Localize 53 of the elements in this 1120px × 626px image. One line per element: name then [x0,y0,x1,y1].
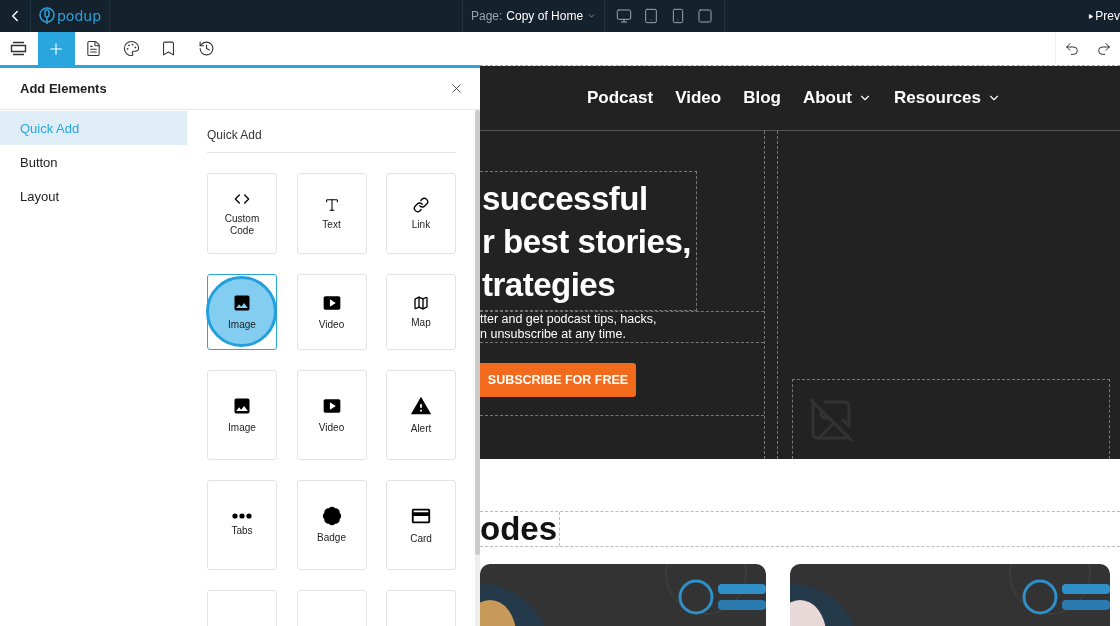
link-icon [413,196,429,213]
nav-link[interactable]: About [802,88,872,108]
close-button[interactable] [449,81,464,96]
text-icon [323,196,340,213]
element-tile[interactable]: Text [296,173,367,254]
hero-headline: trategies [482,264,617,305]
image-icon [232,396,252,416]
element-tile[interactable]: Alert [386,370,456,460]
category-item[interactable]: Button [0,145,187,179]
play-icon [321,396,342,416]
element-tile[interactable]: Image [207,274,277,350]
nav-link[interactable]: Podcast [587,88,654,108]
layers-icon [10,41,28,56]
element-tile[interactable]: Video [296,370,367,460]
element-tile[interactable]: Tabs [207,480,277,570]
element-tile[interactable]: Map [386,274,456,350]
category-item[interactable]: Layout [0,179,187,213]
nav-link[interactable]: Video [675,88,722,108]
section-title: Quick Add [207,128,456,153]
logo: podup [56,8,102,24]
microphone-icon [38,7,55,25]
element-tile[interactable]: Badge [296,480,367,570]
play-icon [1088,11,1094,21]
tablet-icon [643,8,660,24]
map-icon [413,295,429,311]
warning-icon [410,395,432,417]
element-tile[interactable]: Card [386,480,456,570]
hero-subtext: n unsubscribe at any time. [480,327,627,342]
hero-headline: r best stories, [482,221,692,262]
play-icon [321,293,342,313]
monitor-icon [616,8,633,24]
preview-button[interactable]: Prev [1088,0,1120,32]
nav-link[interactable]: Blog [743,88,781,108]
page-icon [85,40,103,57]
element-tile[interactable]: Link [386,173,456,254]
nav-link[interactable]: Resources [894,88,1001,108]
section-heading: odes [480,512,561,546]
scrollbar-thumb[interactable] [475,110,480,555]
undo-icon [1064,40,1080,57]
click-highlight [206,276,277,347]
hero-subtext: tter and get podcast tips, hacks, [480,312,658,327]
element-tile[interactable]: Video [296,274,367,350]
panel-title: Add Elements [20,81,107,96]
badge-icon [321,506,342,526]
image-icon [232,293,252,313]
dots-icon [232,513,252,519]
history-icon [197,40,215,57]
element-tile[interactable]: Custom Code [207,173,277,254]
redo-icon [1096,40,1112,57]
element-tile[interactable]: Image [207,370,277,460]
hero-headline: successful [482,178,649,219]
square-icon [696,8,713,24]
palette-icon [122,40,140,57]
